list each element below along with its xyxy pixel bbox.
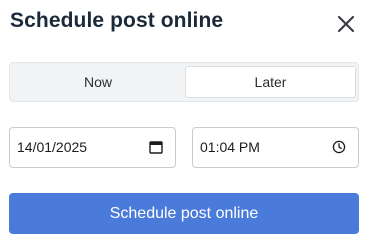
close-icon bbox=[337, 15, 355, 33]
close-button[interactable] bbox=[336, 14, 356, 34]
dialog-title: Schedule post online bbox=[10, 9, 224, 32]
toggle-option-now[interactable]: Now bbox=[12, 66, 184, 98]
now-later-toggle: Now Later bbox=[9, 62, 359, 102]
date-input[interactable]: 14/01/2025 bbox=[9, 127, 176, 168]
schedule-post-dialog: Schedule post online Now Later 14/01/202… bbox=[0, 0, 370, 246]
calendar-icon[interactable] bbox=[149, 140, 163, 154]
toggle-option-later[interactable]: Later bbox=[185, 66, 356, 98]
schedule-post-button[interactable]: Schedule post online bbox=[9, 193, 359, 234]
clock-icon[interactable] bbox=[332, 140, 346, 154]
time-value: 01:04 PM bbox=[200, 139, 260, 155]
date-value: 14/01/2025 bbox=[17, 139, 88, 155]
time-input[interactable]: 01:04 PM bbox=[192, 127, 359, 168]
